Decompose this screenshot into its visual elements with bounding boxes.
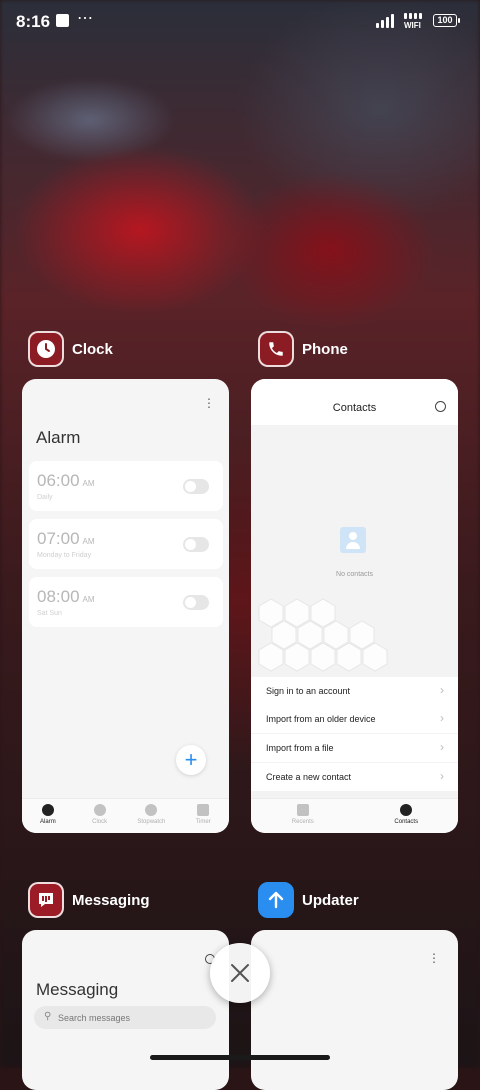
more-options-icon[interactable]: ⋮ xyxy=(203,397,215,409)
app-card-messaging[interactable]: Messaging ⚲ Search messages xyxy=(22,930,229,1090)
more-options-icon[interactable]: ⋮ xyxy=(428,952,440,964)
import-file-row[interactable]: Import from a file › xyxy=(251,734,458,762)
wifi-label: WIFI xyxy=(404,21,421,30)
tab-contacts[interactable]: Contacts xyxy=(376,799,436,833)
alarm-repeat: Daily xyxy=(37,494,53,501)
app-header-phone[interactable]: Phone xyxy=(258,331,348,367)
app-card-clock[interactable]: ⋮ Alarm 06:00 AM Daily 07:00 AM Monday to … xyxy=(22,379,229,833)
app-header-updater[interactable]: Updater xyxy=(258,882,359,918)
alarm-repeat: Monday to Friday xyxy=(37,552,92,559)
contact-placeholder-icon xyxy=(340,527,366,553)
app-card-phone[interactable]: Contacts No contacts Sign in to an accou… xyxy=(251,379,458,833)
alarm-item[interactable]: 08:00 AM Sat Sun xyxy=(29,577,223,627)
contacts-title: Contacts xyxy=(332,402,377,414)
person-icon xyxy=(400,804,413,816)
alarm-toggle[interactable] xyxy=(183,595,209,610)
app-header-clock[interactable]: Clock xyxy=(28,331,113,367)
hexagon-pattern xyxy=(258,598,388,672)
alarm-time: 07:00 AM xyxy=(37,529,95,548)
search-icon: ⚲ xyxy=(44,1011,52,1022)
import-older-device-row[interactable]: Import from an older device › xyxy=(251,705,458,733)
sign-in-account-row[interactable]: Sign in to an account › xyxy=(251,677,458,705)
search-messages-input[interactable]: ⚲ Search messages xyxy=(34,1006,216,1029)
alarm-item[interactable]: 07:00 AM Monday to Friday xyxy=(29,519,223,569)
empty-contacts-text: No contacts xyxy=(336,571,373,578)
alarm-time: 08:00 AM xyxy=(37,587,95,606)
alarm-time: 06:00 AM xyxy=(37,471,95,490)
signal-icon xyxy=(376,14,394,28)
status-bar: 8:16 ⋯ WIFI 100 xyxy=(0,0,480,44)
app-name-phone: Phone xyxy=(302,340,348,358)
clock-tab-icon xyxy=(93,804,106,816)
app-header-messaging[interactable]: Messaging xyxy=(28,882,150,918)
notification-square-icon xyxy=(56,14,69,27)
tab-alarm[interactable]: Alarm xyxy=(28,799,68,833)
create-contact-row[interactable]: Create a new contact › xyxy=(251,763,458,791)
phone-recents-icon xyxy=(296,804,309,816)
phone-icon xyxy=(258,331,294,367)
alarm-toggle[interactable] xyxy=(183,479,209,494)
chevron-right-icon: › xyxy=(440,740,444,754)
chevron-right-icon: › xyxy=(440,769,444,783)
close-icon xyxy=(231,964,249,982)
clock-bottom-nav: Alarm Clock Stopwatch Timer xyxy=(22,798,229,833)
settings-icon[interactable] xyxy=(435,401,446,412)
home-indicator[interactable] xyxy=(150,1055,330,1060)
wifi-icon xyxy=(404,13,422,19)
add-alarm-button[interactable]: + xyxy=(176,745,206,775)
tab-clock[interactable]: Clock xyxy=(80,799,120,833)
chevron-right-icon: › xyxy=(440,711,444,725)
search-placeholder: Search messages xyxy=(58,1013,131,1023)
clock-icon xyxy=(28,331,64,367)
alarm-toggle[interactable] xyxy=(183,537,209,552)
more-dots-icon: ⋯ xyxy=(77,10,94,27)
messaging-title: Messaging xyxy=(36,980,119,999)
app-name-clock: Clock xyxy=(72,340,113,358)
message-icon xyxy=(28,882,64,918)
alarm-clock-icon xyxy=(41,804,54,816)
hourglass-icon xyxy=(197,804,210,816)
battery-icon: 100 xyxy=(433,14,460,27)
app-name-messaging: Messaging xyxy=(72,891,150,909)
clear-all-button[interactable] xyxy=(210,943,270,1003)
stopwatch-icon xyxy=(145,804,158,816)
alarm-repeat: Sat Sun xyxy=(37,610,62,617)
tab-stopwatch[interactable]: Stopwatch xyxy=(131,799,171,833)
arrow-up-icon xyxy=(258,882,294,918)
app-card-updater[interactable]: ⋮ xyxy=(251,930,458,1090)
app-name-updater: Updater xyxy=(302,891,359,909)
tab-recents[interactable]: Recents xyxy=(273,799,333,833)
status-time: 8:16 xyxy=(16,12,51,31)
tab-timer[interactable]: Timer xyxy=(183,799,223,833)
phone-bottom-nav: Recents Contacts xyxy=(251,798,458,833)
alarm-title: Alarm xyxy=(36,428,81,447)
alarm-item[interactable]: 06:00 AM Daily xyxy=(29,461,223,511)
chevron-right-icon: › xyxy=(440,683,444,697)
